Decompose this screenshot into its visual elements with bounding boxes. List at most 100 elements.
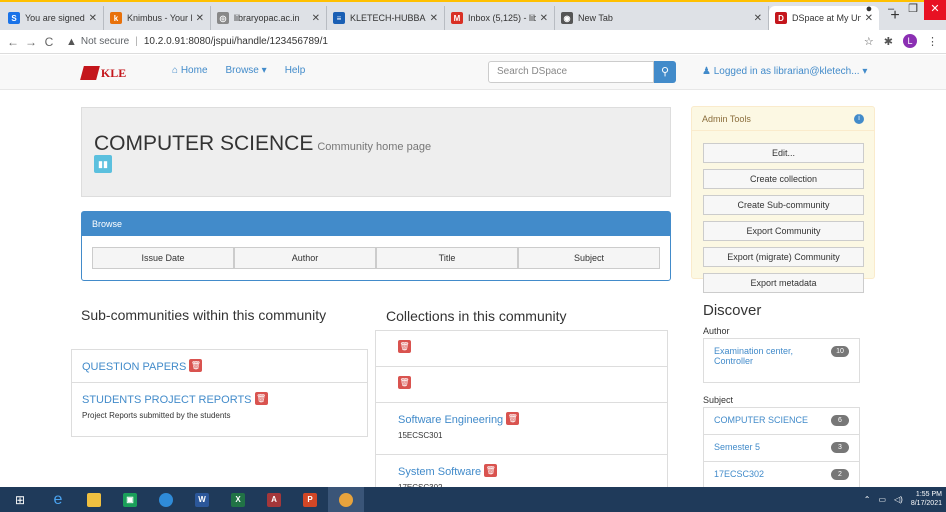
profile-avatar[interactable]: L xyxy=(903,34,917,48)
info-icon[interactable]: i xyxy=(854,114,864,124)
user-menu[interactable]: ♟ Logged in as librarian@kletech... ▾ xyxy=(702,66,867,77)
admin-action-button[interactable]: Export metadata xyxy=(703,273,864,293)
list-item: 🗑 xyxy=(376,367,667,403)
word-icon[interactable]: W xyxy=(184,487,220,512)
clock-time: 1:55 PM xyxy=(915,491,942,498)
file-explorer-icon[interactable] xyxy=(76,487,112,512)
reload-icon[interactable]: C xyxy=(40,35,58,49)
not-secure-label: Not secure xyxy=(80,36,130,47)
edge-chromium-icon[interactable] xyxy=(148,487,184,512)
star-icon[interactable]: ☆ xyxy=(864,35,874,48)
facet-item[interactable]: 10 Examination center, Controller xyxy=(704,339,859,382)
collections-heading: Collections in this community xyxy=(386,308,567,324)
kle-logo-text: KLE xyxy=(100,65,127,80)
nav-home[interactable]: ⌂ Home xyxy=(172,65,208,76)
close-tab-icon[interactable]: ✕ xyxy=(754,13,762,24)
admin-action-button[interactable]: Export Community xyxy=(703,221,864,241)
browser-tab[interactable]: S You are signed in ✕ xyxy=(2,6,104,30)
close-tab-icon[interactable]: ✕ xyxy=(89,13,97,24)
nav-links: ⌂ Home Browse ▾ Help xyxy=(172,65,305,76)
collection-link[interactable]: System Software xyxy=(398,466,481,478)
list-item: Software Engineering 🗑 15ECSC301 xyxy=(376,403,667,455)
admin-action-button[interactable]: Create collection xyxy=(703,169,864,189)
tab-title: Knimbus - Your Li xyxy=(127,13,192,23)
delete-icon[interactable]: 🗑 xyxy=(254,392,268,406)
collections-list: 🗑 🗑 Software Engineering 🗑 15ECSC301 System S… xyxy=(375,330,668,508)
author-facets: 10 Examination center, Controller xyxy=(703,338,860,383)
browse-by-button[interactable]: Issue Date xyxy=(92,247,234,269)
volume-icon[interactable]: ◁) xyxy=(894,495,903,504)
close-window-button[interactable]: ✕ xyxy=(924,0,946,20)
facet-item[interactable]: 6 COMPUTER SCIENCE xyxy=(704,408,859,435)
chrome-taskbar-icon[interactable] xyxy=(328,487,364,512)
window-controls: ● – ❐ ✕ xyxy=(858,0,946,20)
s-icon: S xyxy=(8,12,20,24)
list-item: 🗑 xyxy=(376,331,667,367)
extensions-icon[interactable]: ✱ xyxy=(884,35,893,48)
admin-action-button[interactable]: Create Sub-community xyxy=(703,195,864,215)
edge-icon[interactable]: e xyxy=(40,487,76,512)
subcommunity-link[interactable]: QUESTION PAPERS xyxy=(82,361,186,373)
back-icon[interactable]: ← xyxy=(4,35,22,49)
dspace-icon: D xyxy=(775,12,787,24)
maximize-button[interactable]: ❐ xyxy=(902,0,924,20)
delete-icon[interactable]: 🗑 xyxy=(506,412,520,426)
facet-item[interactable]: 2 17ECSC302 xyxy=(704,462,859,489)
knimbus-icon: k xyxy=(110,12,122,24)
network-icon[interactable]: ▭ xyxy=(878,495,886,504)
menu-icon[interactable]: ⋮ xyxy=(927,35,938,48)
close-tab-icon[interactable]: ✕ xyxy=(312,13,320,24)
subcommunity-link[interactable]: STUDENTS PROJECT REPORTS xyxy=(82,394,252,406)
kletech-icon: ≡ xyxy=(333,12,345,24)
browse-by-button[interactable]: Title xyxy=(376,247,518,269)
delete-icon[interactable]: 🗑 xyxy=(484,464,498,478)
warning-icon[interactable]: ▲ xyxy=(66,36,77,48)
access-icon[interactable]: A xyxy=(256,487,292,512)
tab-title: libraryopac.ac.in xyxy=(234,13,300,23)
forward-icon[interactable]: → xyxy=(22,35,40,49)
close-tab-icon[interactable]: ✕ xyxy=(196,13,204,24)
browser-tab[interactable]: k Knimbus - Your Li ✕ xyxy=(104,6,211,30)
delete-icon[interactable]: 🗑 xyxy=(398,376,411,390)
browser-tab[interactable]: ≡ KLETECH-HUBBAL ✕ xyxy=(327,6,445,30)
close-tab-icon[interactable]: ✕ xyxy=(540,13,548,24)
windows-start-icon[interactable]: ⊞ xyxy=(0,487,40,512)
powerpoint-icon[interactable]: P xyxy=(292,487,328,512)
delete-icon[interactable]: 🗑 xyxy=(189,359,203,373)
excel-icon[interactable]: X xyxy=(220,487,256,512)
statistics-button[interactable]: ▮▮ xyxy=(94,155,112,173)
url-field[interactable]: ▲ Not secure | 10.2.0.91:8080/jspui/hand… xyxy=(66,36,328,48)
browser-tools: ☆ ✱ L ⋮ xyxy=(864,34,938,48)
browser-tab[interactable]: ◎ libraryopac.ac.in ✕ xyxy=(211,6,327,30)
user-icon: ♟ xyxy=(702,66,711,77)
delete-icon[interactable]: 🗑 xyxy=(398,340,411,354)
tab-title: New Tab xyxy=(578,13,613,23)
browse-by-button[interactable]: Subject xyxy=(518,247,660,269)
browser-tab[interactable]: M Inbox (5,125) - libr ✕ xyxy=(445,6,555,30)
clock[interactable]: 1:55 PM 8/17/2021 xyxy=(911,490,942,508)
close-tab-icon[interactable]: ✕ xyxy=(430,13,438,24)
facet-item[interactable]: 3 Semester 5 xyxy=(704,435,859,462)
tab-title: DSpace at My Uni xyxy=(792,13,861,23)
tray-up-icon[interactable]: ⌃ xyxy=(864,495,871,504)
community-header: COMPUTER SCIENCE Community home page ▮▮ xyxy=(81,107,671,197)
search-input[interactable]: Search DSpace xyxy=(488,61,654,83)
author-label: Author xyxy=(703,326,730,336)
nav-browse[interactable]: Browse ▾ xyxy=(226,65,267,76)
bar-chart-icon: ▮▮ xyxy=(98,159,108,169)
collection-link[interactable]: Software Engineering xyxy=(398,414,503,426)
admin-action-button[interactable]: Edit... xyxy=(703,143,864,163)
nav-help[interactable]: Help xyxy=(285,65,306,76)
admin-action-button[interactable]: Export (migrate) Community xyxy=(703,247,864,267)
browse-by-button[interactable]: Author xyxy=(234,247,376,269)
kle-logo[interactable]: KLE xyxy=(80,64,158,82)
subcommunities-list: QUESTION PAPERS 🗑 STUDENTS PROJECT REPORTS… xyxy=(71,349,368,437)
facet-label: Semester 5 xyxy=(714,442,761,452)
browser-tab[interactable]: ◉ New Tab ✕ xyxy=(555,6,769,30)
search-button[interactable]: ⚲ xyxy=(654,61,676,83)
search-icon: ⚲ xyxy=(660,66,670,78)
minimize-button[interactable]: – xyxy=(880,0,902,20)
chrome-icon: ◉ xyxy=(561,12,573,24)
profile-dot-icon[interactable]: ● xyxy=(858,0,880,20)
store-icon[interactable]: ▣ xyxy=(112,487,148,512)
